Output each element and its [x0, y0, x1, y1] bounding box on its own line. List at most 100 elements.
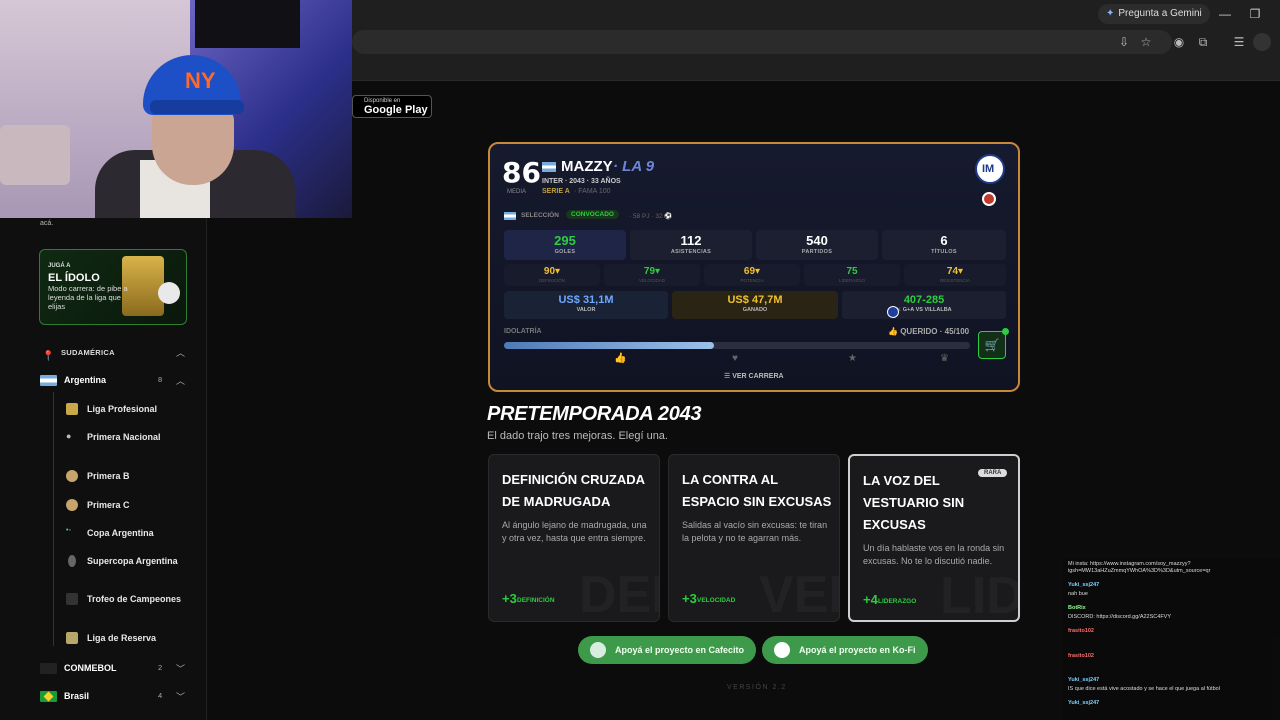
notification-dot [1002, 328, 1009, 335]
idolatria-label: IDOLATRÍA [504, 328, 542, 335]
convocado-badge: CONVOCADO [566, 210, 619, 219]
stat-value: 112 [680, 233, 702, 248]
webcam-bed [0, 125, 70, 185]
restore-icon[interactable]: ❐ [1245, 4, 1265, 24]
option-card-definicion[interactable]: DEF Definición cruzada de madrugada Al á… [488, 454, 660, 622]
extension-icon[interactable]: ◉ [1170, 33, 1188, 51]
overall-label: MEDIA [507, 189, 527, 195]
chat-user: BotRix [1068, 605, 1086, 611]
attr-label: LIDERAZGO [838, 278, 865, 283]
minimize-icon[interactable]: — [1215, 4, 1235, 24]
money-vs-rival: 407-285 ⚔ G+A VS VILLALBA [842, 291, 1006, 319]
country-argentina[interactable]: Argentina 8 ︿ [40, 374, 190, 388]
attr-value: 90▾ [543, 266, 561, 277]
chevron-up-icon: ︿ [176, 376, 186, 386]
player-fame: · FAMA 100 [574, 188, 611, 195]
option-description: Al ángulo lejano de madrugada, una y otr… [502, 520, 647, 543]
stat-label: TÍTULOS [931, 249, 957, 255]
money-value: 407-285 [903, 294, 945, 306]
google-play-badge[interactable]: Disponible en Google Play [352, 95, 432, 118]
bookmark-star-icon[interactable]: ☆ [1137, 33, 1155, 51]
option-card-liderazgo[interactable]: LID RARA La voz del vestuario sin excusa… [848, 454, 1020, 622]
shop-cart-button[interactable]: 🛒 [978, 331, 1006, 359]
stat-asistencias: 112 ASISTENCIAS [630, 230, 752, 260]
region-sudamerica[interactable]: 📍 SUDAMÉRICA ︿ [42, 346, 192, 362]
region-label: SUDAMÉRICA [61, 348, 115, 357]
attr-liderazgo: 75 LIDERAZGO [804, 264, 900, 286]
kofi-cup-icon [774, 642, 790, 658]
country-count: 8 [158, 375, 163, 384]
version-label: VERSIÓN 2.2 [727, 684, 787, 691]
country-conmebol[interactable]: CONMEBOL 2 ﹀ [40, 662, 190, 676]
reading-list-icon[interactable]: ☰ [1230, 33, 1248, 51]
argentina-flag-icon [542, 162, 556, 172]
streamer-cap-brim [150, 100, 244, 114]
option-bonus: +3 [502, 591, 517, 606]
crown-icon: ♛ [940, 353, 949, 364]
chat-message: Yuki_ssj247 [1068, 700, 1278, 707]
chat-user: Yuki_ssj247 [1068, 700, 1100, 706]
idolo-promo-card[interactable]: JUGÁ A EL ÍDOLO Modo carrera: de pibe a … [39, 249, 187, 325]
attr-value: 74▾ [946, 266, 964, 277]
option-watermark: VEL [759, 566, 839, 622]
option-description: Un día hablaste vos en la ronda sin excu… [863, 543, 1005, 566]
puzzle-icon[interactable]: ⧉ [1194, 33, 1212, 51]
ver-carrera-button[interactable]: ☰ VER CARRERA [724, 372, 784, 380]
league-name: Primera Nacional [87, 432, 161, 442]
cafecito-button[interactable]: Apoyá el proyecto en Cafecito [578, 636, 757, 664]
chat-text: Mi insta: https://www.instagram.com/soy_… [1068, 561, 1211, 574]
stat-value: 6 [940, 233, 948, 248]
money-label: GANADO [742, 307, 768, 313]
chat-message: nah bue [1068, 591, 1278, 598]
mets-logo-icon: NY [185, 68, 216, 93]
option-card-velocidad[interactable]: VEL La contra al espacio sin excusas Sal… [668, 454, 840, 622]
promo-title: EL ÍDOLO [48, 272, 100, 284]
shield-icon [66, 470, 78, 482]
address-bar[interactable] [352, 30, 1172, 54]
stat-label: PARTIDOS [801, 249, 833, 255]
chat-text: nah bue [1068, 591, 1088, 597]
attr-value: 75 [846, 266, 858, 277]
tree-line [53, 392, 54, 646]
gemini-button[interactable]: ✦ Pregunta a Gemini [1098, 4, 1210, 24]
sparkle-icon: ✦ [1106, 8, 1115, 19]
rara-badge: RARA [978, 469, 1008, 477]
conmebol-logo-icon [40, 663, 57, 674]
country-name: CONMEBOL [64, 663, 117, 673]
option-stat: DEFINICIÓN [517, 597, 555, 604]
badge-big-text: Google Play [364, 104, 428, 116]
ball-image [158, 282, 180, 304]
money-label: VALOR [576, 307, 596, 313]
argentina-flag-icon [504, 212, 516, 220]
league-name: Primera C [87, 500, 130, 510]
attr-value: 79▾ [643, 266, 661, 277]
country-brasil[interactable]: Brasil 4 ﹀ [40, 690, 190, 704]
idolatria-fill [504, 342, 714, 349]
attr-label: VELOCIDAD [638, 278, 665, 283]
promo-kicker: JUGÁ A [48, 263, 71, 269]
trophy-icon [68, 555, 76, 567]
argentina-flag-icon [40, 375, 57, 386]
cafecito-label: Apoyá el proyecto en Cafecito [615, 645, 745, 655]
money-ganado: US$ 47,7M GANADO [672, 291, 838, 319]
league-name: Trofeo de Campeones [87, 594, 182, 604]
league-name: Supercopa Argentina [87, 556, 178, 566]
chat-message: Mi insta: https://www.instagram.com/soy_… [1068, 561, 1278, 575]
thumbs-up-icon: 👍 [888, 327, 901, 336]
profile-avatar[interactable] [1253, 33, 1271, 51]
chevron-down-icon: ﹀ [176, 664, 186, 674]
chat-message: BotRix [1068, 605, 1278, 612]
chat-message: DISCORD: https://discord.gg/A22SC4FVY [1068, 614, 1278, 621]
chelsea-logo-icon [887, 306, 899, 318]
league-name: Liga Profesional [87, 404, 158, 414]
star-icon: ★ [848, 353, 857, 364]
cafecito-icon [590, 642, 606, 658]
brazil-flag-icon [40, 691, 57, 702]
country-count: 4 [158, 691, 163, 700]
kofi-button[interactable]: Apoyá el proyecto en Ko-Fi [762, 636, 928, 664]
inter-club-logo-icon [975, 154, 1005, 184]
attr-velocidad: 79▾ VELOCIDAD [604, 264, 700, 286]
install-app-icon[interactable]: ⇩ [1115, 33, 1133, 51]
country-count: 2 [158, 663, 163, 672]
option-description: Salidas al vacío sin excusas: te tiran l… [682, 520, 828, 543]
